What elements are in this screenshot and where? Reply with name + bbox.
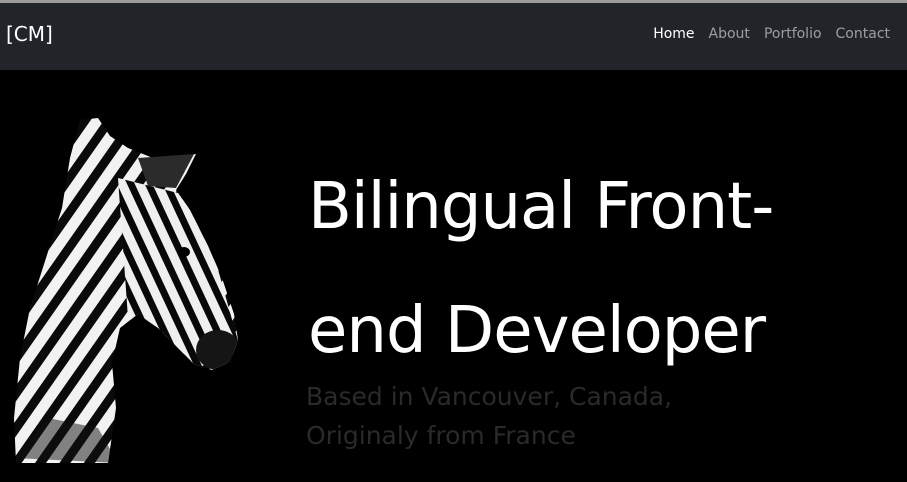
hero-subtitle-line2: Originaly from France: [306, 421, 576, 450]
nav-link-contact[interactable]: Contact: [836, 26, 890, 42]
brand-logo[interactable]: [CM]: [6, 22, 53, 46]
hero-headline-line2: end Developer: [308, 294, 766, 368]
nav-link-about[interactable]: About: [709, 26, 750, 42]
zebra-image: [14, 118, 238, 463]
hero-section: Bilingual Front- end Developer Based in …: [0, 70, 907, 482]
navbar: [CM] Home About Portfolio Contact: [0, 3, 907, 70]
hero-headline: Bilingual Front- end Developer: [308, 145, 774, 393]
nav-link-home[interactable]: Home: [653, 26, 694, 42]
hero-headline-line1: Bilingual Front-: [308, 170, 774, 244]
hero-subtitle: Based in Vancouver, Canada, Originaly fr…: [306, 377, 672, 455]
hero-subtitle-line1: Based in Vancouver, Canada,: [306, 382, 673, 411]
nav-link-portfolio[interactable]: Portfolio: [764, 26, 822, 42]
nav-links: Home About Portfolio Contact: [653, 26, 890, 42]
